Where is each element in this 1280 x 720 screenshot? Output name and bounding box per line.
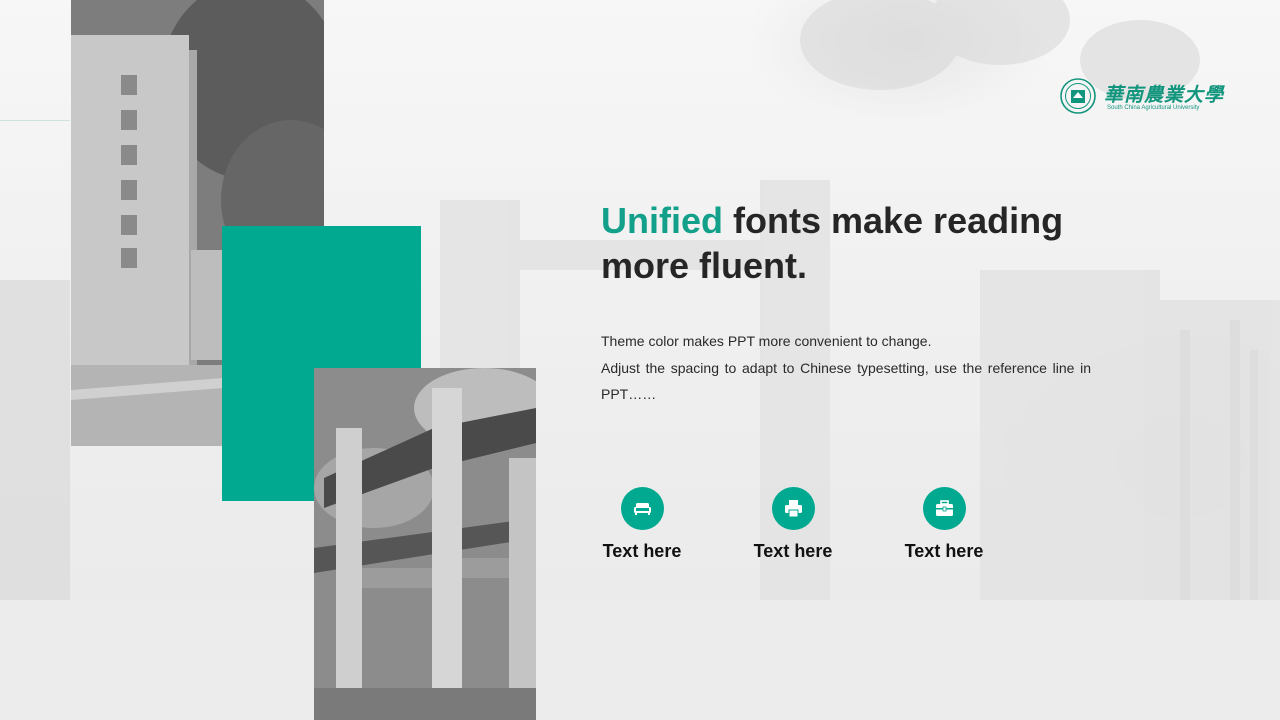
university-subtitle: South China Agricultural University [1107,105,1200,111]
body-line-2: Adjust the spacing to adapt to Chinese t… [601,359,1091,403]
feature-item-3: Text here [884,487,1004,562]
briefcase-icon [922,487,966,530]
feature-label-3: Text here [904,541,984,561]
body-text: Theme color makes PPT more convenient to… [601,328,1091,408]
headline-highlight: Unified [601,200,723,241]
university-logo: 華南農業大學 South China Agricultural Universi… [1060,78,1223,118]
slide-headline: Unified fonts make reading more fluent. [601,198,1121,288]
feature-label-1: Text here [602,541,682,561]
university-name: 華南農業大學 [1104,84,1225,106]
campus-archway-photo [314,368,536,720]
feature-item-1: Text here [582,487,702,562]
feature-label-2: Text here [753,541,833,561]
sofa-icon [620,487,664,530]
body-line-1: Theme color makes PPT more convenient to… [601,333,932,349]
accent-line [0,120,70,121]
feature-item-2: Text here [733,487,853,562]
university-emblem-icon [1060,78,1096,114]
printer-icon [771,487,815,530]
